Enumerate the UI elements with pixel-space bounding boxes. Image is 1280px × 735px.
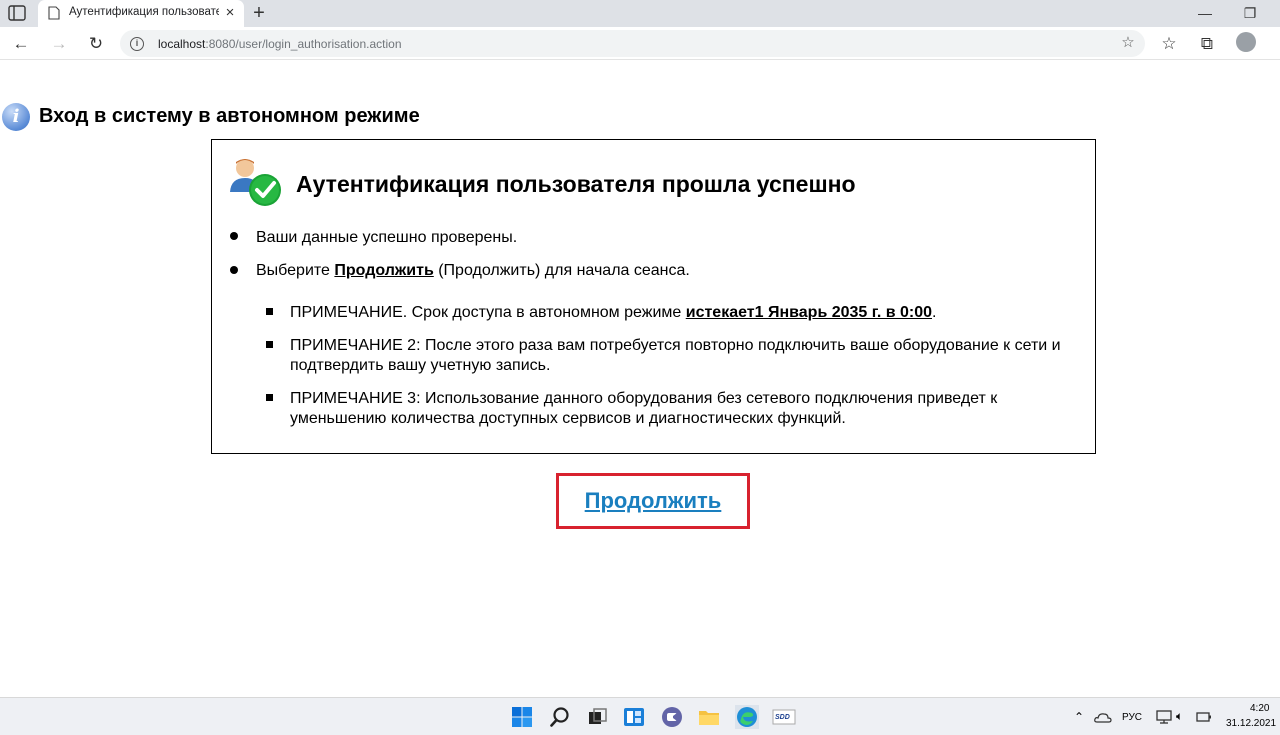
list-item: Ваши данные успешно проверены. <box>256 229 518 246</box>
favorites-icon[interactable]: ☆ <box>1158 33 1180 55</box>
sdd-app-label: SDD <box>775 714 790 721</box>
task-view-icon[interactable] <box>585 705 609 729</box>
onedrive-icon[interactable] <box>1094 709 1112 725</box>
browser-tab[interactable]: Аутентификация пользователя × <box>38 0 244 27</box>
new-tab-icon[interactable]: + <box>250 3 268 23</box>
show-hidden-icons[interactable]: ⌃ <box>1074 710 1084 724</box>
start-icon[interactable] <box>510 705 534 729</box>
collections-icon[interactable]: ⧉ <box>1196 33 1218 55</box>
expiry-date: истекает1 Январь 2035 г. в 0:00 <box>685 304 933 321</box>
reload-icon[interactable]: ↻ <box>85 33 107 55</box>
add-favorite-icon[interactable]: ☆ <box>1119 34 1137 52</box>
clock-date: 31.12.2021 <box>1226 718 1277 729</box>
back-icon[interactable]: ← <box>10 33 32 55</box>
continue-highlight: Продолжить <box>556 473 750 529</box>
page-title: Вход в систему в автономном режиме <box>39 105 420 127</box>
inline-continue-link[interactable]: Продолжить <box>334 262 433 279</box>
tab-actions-icon[interactable] <box>8 5 26 21</box>
note-1: ПРИМЕЧАНИЕ. Срок доступа в автономном ре… <box>290 304 937 321</box>
auth-heading: Аутентификация пользователя прошла успеш… <box>296 171 856 197</box>
continue-button[interactable]: Продолжить <box>559 476 747 526</box>
file-explorer-icon[interactable] <box>697 705 721 729</box>
note-2: ПРИМЕЧАНИЕ 2: После этого раза вам потре… <box>290 337 1061 374</box>
volume-icon[interactable]: 🔈︎ <box>1176 709 1183 724</box>
page-icon <box>48 6 60 20</box>
forward-icon[interactable]: → <box>48 33 70 55</box>
site-info-icon[interactable]: i <box>130 37 144 51</box>
network-icon[interactable] <box>1156 710 1172 724</box>
address-bar[interactable]: i localhost:8080/user/login_authorisatio… <box>120 30 1145 57</box>
info-icon: i <box>2 103 30 131</box>
widgets-icon[interactable] <box>622 705 646 729</box>
address-text: localhost:8080/user/login_authorisation.… <box>158 37 402 51</box>
search-icon[interactable] <box>548 705 572 729</box>
browser-tab-strip: Аутентификация пользователя × + — ❐ <box>0 0 1280 27</box>
bullet-square <box>266 341 273 348</box>
tab-close-icon[interactable]: × <box>223 5 237 20</box>
user-check-icon <box>230 159 281 206</box>
taskbar: SDD ⌃ РУС 🔈︎ 4:20 31.12.2021 <box>0 697 1280 735</box>
note-3: ПРИМЕЧАНИЕ 3: Использование данного обор… <box>290 390 998 427</box>
tab-title: Аутентификация пользователя <box>69 6 219 18</box>
bullet-square <box>266 394 273 401</box>
restore-icon[interactable]: ❐ <box>1241 4 1259 22</box>
edge-browser-icon[interactable] <box>735 705 759 729</box>
battery-icon[interactable] <box>1196 710 1212 724</box>
bullet-dot <box>230 232 238 240</box>
teams-chat-icon[interactable] <box>660 705 684 729</box>
profile-avatar[interactable] <box>1236 32 1256 52</box>
auth-result-box: Аутентификация пользователя прошла успеш… <box>211 139 1096 454</box>
page-content: i Вход в систему в автономном режиме Аут… <box>0 61 1280 696</box>
language-indicator[interactable]: РУС <box>1122 712 1142 723</box>
browser-toolbar: ← → ↻ i localhost:8080/user/login_author… <box>0 27 1280 60</box>
list-item: Выберите Продолжить (Продолжить) для нач… <box>256 262 690 279</box>
minimize-icon[interactable]: — <box>1196 4 1214 22</box>
bullet-dot <box>230 266 238 274</box>
bullet-square <box>266 308 273 315</box>
clock-time: 4:20 <box>1250 703 1270 714</box>
